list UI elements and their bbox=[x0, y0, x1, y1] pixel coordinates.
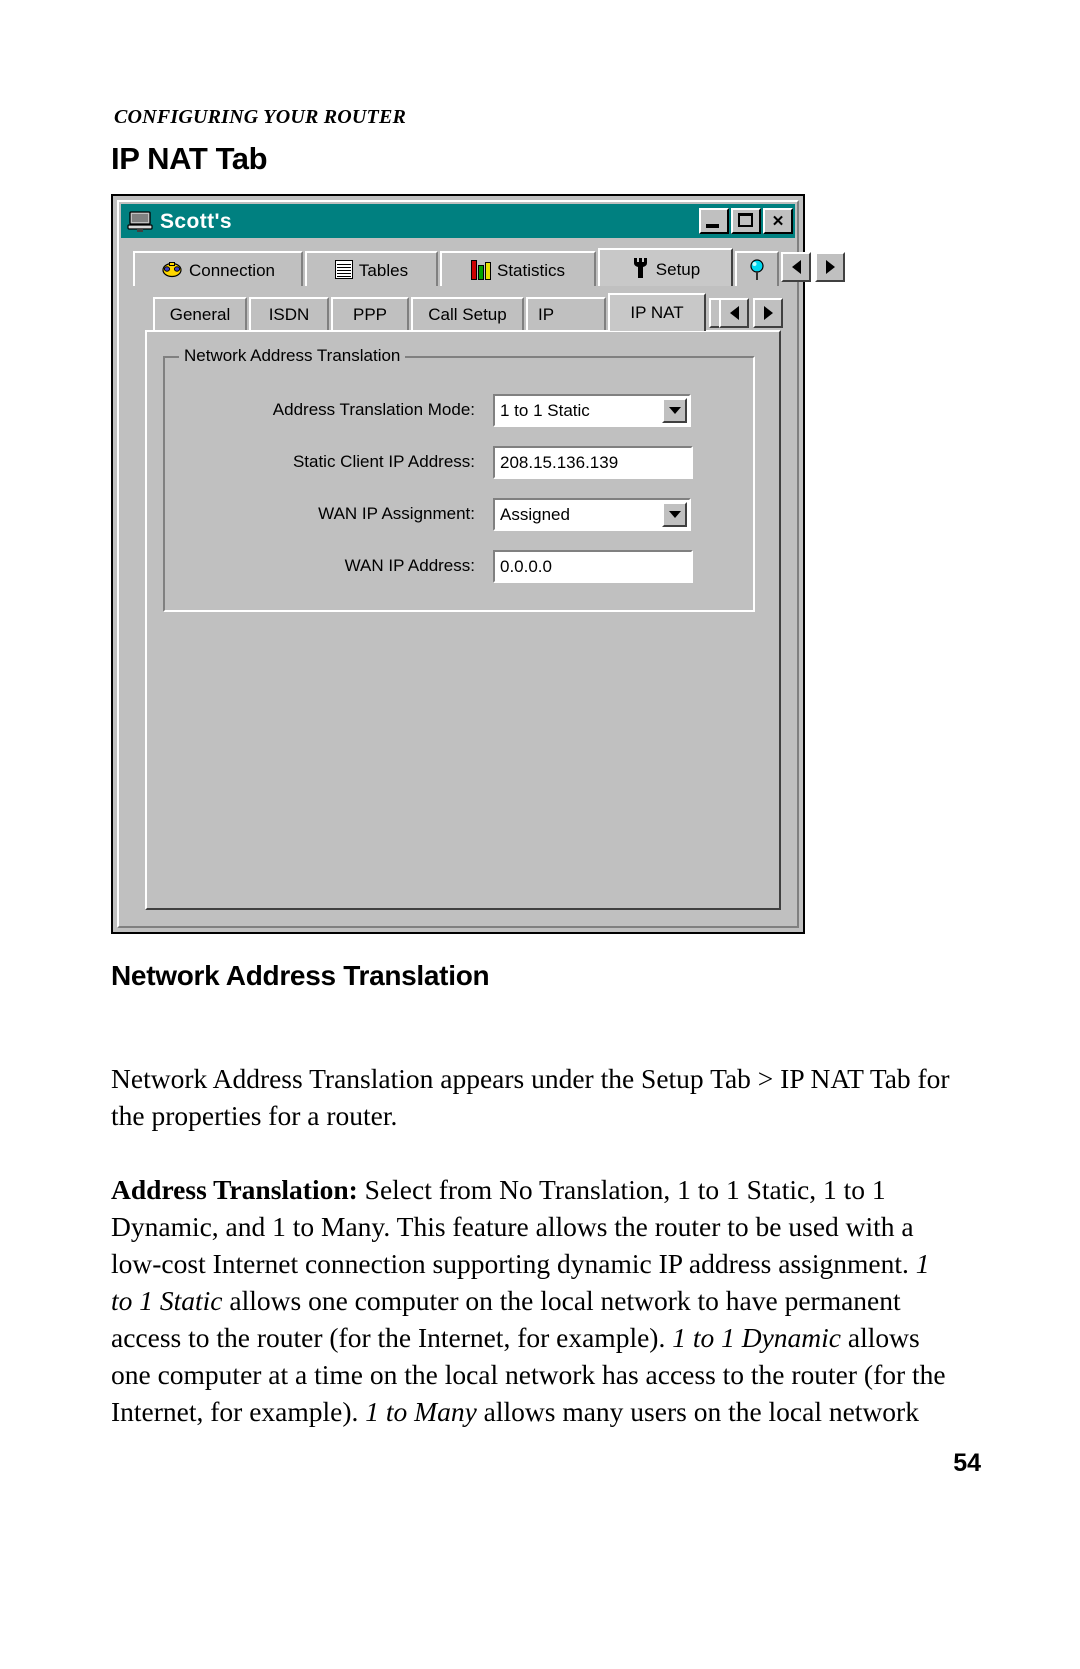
paragraph-lead-in: Address Translation: bbox=[111, 1173, 358, 1205]
close-icon: ✕ bbox=[771, 213, 785, 230]
subtab-ip-label: IP bbox=[538, 305, 555, 324]
router-icon bbox=[127, 209, 153, 233]
page-number: 54 bbox=[953, 1449, 981, 1477]
wan-ip-address-input[interactable]: 0.0.0.0 bbox=[493, 549, 693, 583]
subtab-ip-nat[interactable]: IP NAT bbox=[608, 293, 706, 331]
subtab-general[interactable]: General bbox=[153, 297, 247, 331]
telephone-icon bbox=[161, 261, 183, 278]
wan-ip-assignment-combobox[interactable]: Assigned bbox=[493, 497, 691, 531]
pushpin-icon bbox=[748, 258, 766, 281]
chevron-left-icon bbox=[729, 306, 739, 320]
ip-nat-panel: Network Address Translation Address Tran… bbox=[145, 330, 781, 910]
grid-table-icon bbox=[334, 260, 353, 279]
emphasis-one-to-one-dynamic: 1 to 1 Dynamic bbox=[672, 1321, 841, 1353]
tab-setup-label: Setup bbox=[655, 259, 701, 279]
wrench-icon bbox=[631, 257, 650, 279]
group-title: Network Address Translation bbox=[179, 346, 406, 366]
field-row: Address Translation Mode: 1 to 1 Static bbox=[163, 392, 755, 428]
window-inner-frame: Scott's ✕ Connection Tables Statistics S… bbox=[117, 200, 845, 928]
paragraph-intro: Network Address Translation appears unde… bbox=[111, 1062, 950, 1131]
window-titlebar: Scott's ✕ bbox=[121, 204, 795, 238]
tab-setup[interactable]: Setup bbox=[598, 248, 733, 286]
field-row: Static Client IP Address: 208.15.136.139 bbox=[163, 444, 755, 480]
static-client-ip-address-value: 208.15.136.139 bbox=[500, 452, 619, 472]
subtab-call-setup[interactable]: Call Setup bbox=[411, 297, 524, 331]
chevron-right-icon bbox=[825, 260, 835, 274]
running-head: CONFIGURING YOUR ROUTER bbox=[114, 106, 407, 128]
address-translation-mode-dropdown-arrow[interactable] bbox=[662, 397, 687, 423]
tab-statistics[interactable]: Statistics bbox=[440, 251, 596, 286]
close-button[interactable]: ✕ bbox=[763, 208, 793, 234]
chevron-right-icon bbox=[763, 306, 773, 320]
tab-pushpin[interactable] bbox=[735, 251, 779, 286]
address-translation-mode-label: Address Translation Mode: bbox=[272, 400, 475, 419]
window-client-area: Connection Tables Statistics Setup Gener… bbox=[121, 238, 845, 924]
address-translation-mode-value: 1 to 1 Static bbox=[500, 400, 590, 420]
main-tabstrip: Connection Tables Statistics Setup bbox=[133, 248, 845, 286]
static-client-ip-address-input[interactable]: 208.15.136.139 bbox=[493, 445, 693, 479]
subtab-ip-nat-label: IP NAT bbox=[630, 303, 684, 322]
paragraph-address-translation: Address Translation: Select from No Tran… bbox=[111, 1171, 951, 1430]
sub-tab-scroll-left[interactable] bbox=[719, 298, 749, 328]
subtab-ip[interactable]: IP bbox=[526, 297, 606, 331]
subtab-call-setup-label: Call Setup bbox=[428, 305, 507, 324]
chevron-down-icon bbox=[668, 510, 681, 518]
wan-ip-assignment-dropdown-arrow[interactable] bbox=[662, 501, 687, 527]
chevron-down-icon bbox=[668, 406, 681, 414]
subtab-ppp[interactable]: PPP bbox=[331, 297, 409, 331]
emphasis-one-to-many: 1 to Many bbox=[365, 1395, 477, 1427]
wan-ip-address-label: WAN IP Address: bbox=[344, 556, 475, 575]
window-controls: ✕ bbox=[699, 208, 793, 234]
tab-tables[interactable]: Tables bbox=[305, 251, 438, 286]
tab-connection-label: Connection bbox=[188, 261, 275, 280]
field-row: WAN IP Address: 0.0.0.0 bbox=[163, 548, 755, 584]
subtab-ppp-label: PPP bbox=[352, 305, 388, 324]
tab-statistics-label: Statistics bbox=[496, 261, 566, 280]
window-title: Scott's bbox=[160, 209, 232, 233]
address-translation-mode-combobox[interactable]: 1 to 1 Static bbox=[493, 393, 691, 427]
page-title: IP NAT Tab bbox=[111, 141, 268, 176]
maximize-icon bbox=[738, 213, 753, 227]
chevron-left-icon bbox=[791, 260, 801, 274]
sub-tabstrip: General ISDN PPP Call Setup IP IP NAT bbox=[153, 293, 783, 333]
wan-ip-address-value: 0.0.0.0 bbox=[500, 556, 552, 576]
wan-ip-assignment-value: Assigned bbox=[500, 504, 570, 524]
main-tab-scroll-left[interactable] bbox=[781, 252, 811, 282]
maximize-button[interactable] bbox=[731, 208, 761, 234]
field-row: WAN IP Assignment: Assigned bbox=[163, 496, 755, 532]
document-page: CONFIGURING YOUR ROUTER IP NAT Tab Scott… bbox=[0, 0, 1080, 1669]
bar-chart-icon bbox=[470, 259, 491, 280]
sub-heading: Network Address Translation bbox=[111, 960, 490, 991]
sub-tab-scroll-right[interactable] bbox=[753, 298, 783, 328]
subtab-isdn-label: ISDN bbox=[268, 305, 310, 324]
network-address-translation-group: Network Address Translation Address Tran… bbox=[163, 346, 755, 612]
minimize-button[interactable] bbox=[699, 208, 729, 234]
static-client-ip-address-label: Static Client IP Address: bbox=[292, 452, 475, 471]
tab-connection[interactable]: Connection bbox=[133, 251, 303, 286]
subtab-isdn[interactable]: ISDN bbox=[249, 297, 329, 331]
tab-tables-label: Tables bbox=[358, 261, 409, 280]
wan-ip-assignment-label: WAN IP Assignment: bbox=[318, 504, 475, 523]
minimize-icon bbox=[706, 224, 719, 228]
router-properties-window: Scott's ✕ Connection Tables Statistics S… bbox=[111, 194, 845, 934]
paragraph-text-d: allows many users on the local network bbox=[476, 1395, 919, 1427]
main-tab-scroll-right[interactable] bbox=[815, 252, 845, 282]
subtab-general-label: General bbox=[169, 305, 231, 324]
